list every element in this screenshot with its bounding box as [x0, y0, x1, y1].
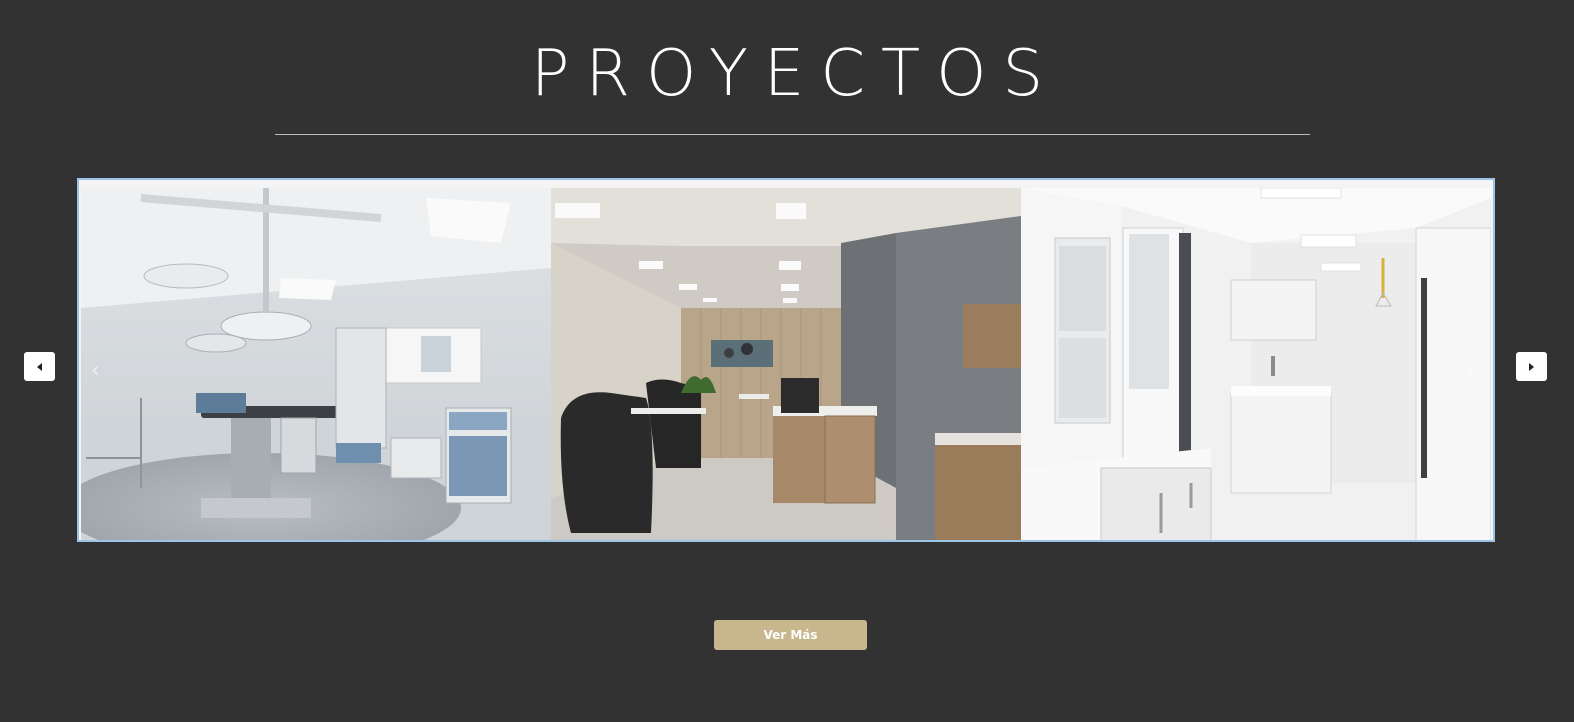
projects-carousel[interactable]: ‹ ›: [77, 178, 1495, 542]
clean-room-photo: [1021, 188, 1491, 540]
caret-right-icon: [1529, 362, 1534, 371]
project-slide-operating-room[interactable]: ‹: [81, 188, 551, 540]
carousel-next-button[interactable]: [1516, 352, 1547, 381]
section-title: PROYECTOS: [530, 37, 1060, 111]
carousel-track: ‹ ›: [81, 188, 1493, 540]
title-divider: [275, 134, 1310, 135]
project-slide-clean-room[interactable]: ›: [1021, 188, 1491, 540]
projects-section: PROYECTOS ‹ › Ver Más: [0, 0, 1574, 722]
carousel-prev-button[interactable]: [24, 352, 55, 381]
lounge-room-photo: [551, 188, 1021, 540]
project-slide-lounge[interactable]: [551, 188, 1021, 540]
operating-room-photo: [81, 188, 551, 540]
slide-chevron-left-icon: ‹: [91, 358, 100, 383]
ver-mas-button[interactable]: Ver Más: [714, 620, 867, 650]
slide-chevron-right-icon: ›: [1467, 358, 1476, 383]
caret-left-icon: [37, 362, 42, 371]
